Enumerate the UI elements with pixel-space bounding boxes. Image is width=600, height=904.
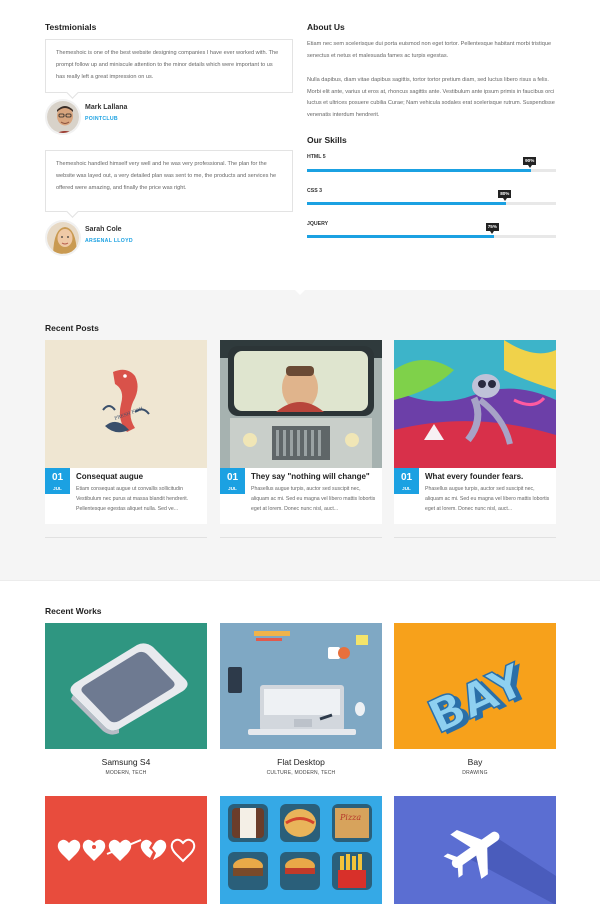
testimonial-author-company[interactable]: POINTCLUB — [85, 116, 118, 122]
skill-bar: 80% — [307, 190, 556, 205]
skill-bar: 75% — [307, 223, 556, 238]
skill-bar-fill — [307, 202, 507, 205]
skill-bar-fill — [307, 169, 532, 172]
pizza-box-lettering: Pizza — [339, 813, 361, 822]
testimonial-card-1: Themeshoic is one of the best website de… — [45, 39, 293, 93]
recent-posts-section: Recent Posts FRESH FISH 01 JUL Consequat… — [0, 289, 600, 580]
work-categories: MODERN, TECH — [105, 770, 147, 776]
testimonial-text: Themeshoic is one of the best website de… — [56, 50, 279, 80]
work-title[interactable]: Bay — [394, 757, 556, 767]
post-day: 01 — [226, 472, 239, 483]
work-thumbnail[interactable] — [394, 796, 556, 904]
work-thumbnail[interactable]: BAY BAY — [394, 623, 556, 749]
post-card[interactable]: FRESH FISH 01 JUL Consequat augue Etiam … — [45, 340, 207, 524]
post-title[interactable]: They say "nothing will change" — [251, 472, 379, 481]
avatar — [45, 220, 81, 256]
woman-portrait-icon — [47, 222, 79, 254]
flat-desktop-illustration-icon — [228, 631, 368, 735]
work-title[interactable]: Samsung S4 — [45, 757, 207, 767]
about-heading: About Us — [307, 22, 345, 32]
work-thumbnail[interactable]: Pizza — [220, 796, 382, 904]
avatar — [45, 99, 81, 135]
post-day: 01 — [51, 472, 64, 483]
post-date-badge: 01 JUL — [45, 468, 70, 494]
post-month: JUL — [53, 486, 62, 491]
skill-bar: 90% — [307, 157, 556, 172]
work-thumbnail[interactable] — [45, 796, 207, 904]
post-excerpt: Phasellus augue turpis, auctor sed susci… — [425, 486, 550, 512]
post-title[interactable]: Consequat augue — [76, 472, 204, 481]
work-title[interactable]: Flat Desktop — [220, 757, 382, 767]
testimonial-text: Themeshoic handled himself very well and… — [56, 161, 277, 191]
recent-posts-heading: Recent Posts — [45, 323, 99, 333]
section-notch — [294, 289, 306, 295]
recent-works-heading: Recent Works — [45, 606, 102, 616]
post-thumbnail[interactable] — [394, 340, 556, 468]
skills-heading: Our Skills — [307, 135, 347, 145]
divider — [45, 537, 207, 538]
post-card[interactable]: 01 JUL They say "nothing will change" Ph… — [220, 340, 382, 524]
testimonials-heading: Testmionials — [45, 22, 97, 32]
post-date-badge: 01 JUL — [220, 468, 245, 494]
about-paragraph-1: Etiam nec sem scelerisque dui porta euis… — [307, 41, 552, 59]
post-day: 01 — [400, 472, 413, 483]
testimonial-author-name: Sarah Cole — [85, 226, 122, 233]
testimonial-author-company[interactable]: ARSENAL LLOYD — [85, 238, 133, 244]
work-categories: DRAWING — [462, 770, 488, 776]
recent-works-section: Recent Works Samsung S4 MODERN, TECH Fla… — [0, 580, 600, 904]
post-title[interactable]: What every founder fears. — [425, 472, 553, 481]
skill-label: CSS 3 — [307, 188, 322, 194]
post-date-badge: 01 JUL — [394, 468, 419, 494]
divider — [394, 537, 556, 538]
divider — [220, 537, 382, 538]
fish-logo-illustration-icon: FRESH FISH — [45, 340, 207, 468]
testimonial-card-2: Themeshoic handled himself very well and… — [45, 150, 293, 212]
work-thumbnail[interactable] — [220, 623, 382, 749]
post-excerpt: Phasellus augue turpis, auctor sed susci… — [251, 486, 376, 512]
skill-bar-fill — [307, 235, 494, 238]
food-icons-illustration-icon: Pizza — [228, 804, 372, 890]
skill-percent-tooltip: 80% — [498, 190, 512, 201]
testimonials-about-section: Testmionials Themeshoic is one of the be… — [0, 0, 600, 290]
airplane-illustration-icon — [443, 830, 556, 904]
man-portrait-icon — [47, 101, 79, 133]
post-excerpt: Etiam consequat augue ut convallis solli… — [76, 486, 189, 512]
skill-percent-tooltip: 75% — [485, 223, 499, 234]
post-month: JUL — [402, 486, 411, 491]
testimonial-author-name: Mark Lallana — [85, 104, 128, 111]
work-thumbnail[interactable] — [45, 623, 207, 749]
about-paragraph-2: Nulla dapibus, diam vitae dapibus sagitt… — [307, 77, 555, 118]
hearts-illustration-icon — [57, 838, 196, 863]
fantasy-character-illustration-icon — [394, 340, 556, 468]
truck-driver-illustration-icon — [220, 340, 382, 468]
post-thumbnail[interactable]: FRESH FISH — [45, 340, 207, 468]
work-categories: CULTURE, MODERN, TECH — [266, 770, 336, 776]
post-month: JUL — [228, 486, 237, 491]
post-thumbnail[interactable] — [220, 340, 382, 468]
skill-label: JQUERY — [307, 221, 329, 227]
bay-lettering-illustration-icon: BAY BAY — [419, 652, 539, 746]
post-card[interactable]: 01 JUL What every founder fears. Phasell… — [394, 340, 556, 524]
smartphone-illustration-icon — [70, 643, 188, 735]
skill-label: HTML 5 — [307, 154, 326, 160]
skill-percent-tooltip: 90% — [523, 157, 537, 168]
